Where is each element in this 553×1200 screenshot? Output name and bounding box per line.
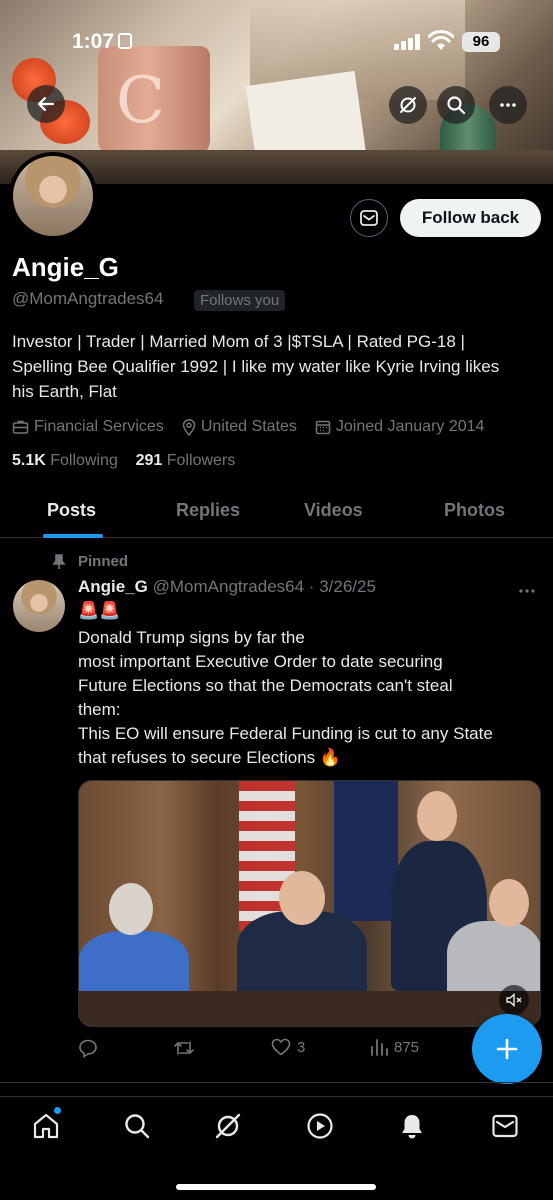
home-indicator [176, 1184, 376, 1190]
follows-you-badge: Follows you [194, 290, 286, 311]
status-bar: 1:07 96 [0, 24, 553, 60]
post-author-avatar[interactable] [13, 580, 65, 632]
following-link[interactable]: 5.1K Following [12, 452, 118, 469]
grok-button[interactable] [389, 86, 427, 124]
briefcase-icon [12, 420, 29, 434]
video-flag [334, 781, 398, 921]
views-button[interactable]: 875 [370, 1038, 419, 1056]
post-author-name[interactable]: Angie_G [78, 577, 148, 596]
video-person-head [279, 871, 325, 925]
post-divider [0, 1082, 553, 1083]
messages-icon [492, 1114, 518, 1138]
profile-joined: Joined January 2014 [315, 418, 484, 436]
display-name: Angie_G [12, 252, 119, 282]
battery-indicator: 96 [462, 32, 500, 52]
post-author-meta: @MomAngtrades64 · 3/26/25 [152, 577, 376, 596]
mail-icon [360, 210, 378, 226]
post-text-line: most important Executive Order to date s… [78, 652, 443, 671]
nav-notification-dot [54, 1107, 61, 1114]
bio-line: his Earth, Flat [12, 382, 117, 401]
post-text-line: Future Elections so that the Democrats c… [78, 676, 453, 695]
nav-home[interactable] [26, 1109, 66, 1143]
profile-bio: Investor | Trader | Married Mom of 3 |$T… [12, 329, 547, 404]
post-header: Angie_G @MomAngtrades64 · 3/26/25 [78, 577, 376, 597]
nav-messages[interactable] [485, 1109, 525, 1143]
post-text-line: that refuses to secure Elections 🔥 [78, 748, 342, 767]
view-count: 875 [394, 1038, 420, 1056]
like-count: 3 [297, 1038, 306, 1056]
compose-post-button[interactable] [472, 1014, 542, 1084]
profile-handle: @MomAngtrades64 [12, 289, 164, 308]
video-person [447, 921, 540, 1001]
post-emoji: 🚨🚨 [78, 601, 121, 620]
nav-grok[interactable] [208, 1109, 248, 1143]
bio-line: Investor | Trader | Married Mom of 3 |$T… [12, 332, 465, 351]
search-icon [447, 96, 466, 115]
status-time: 1:07 [72, 30, 133, 54]
post-video[interactable] [78, 780, 541, 1027]
nav-explore[interactable] [117, 1109, 157, 1143]
banner-mug: C [98, 46, 210, 158]
post-text-line: Donald Trump signs by far the [78, 628, 305, 647]
repost-icon [174, 1041, 194, 1055]
nav-notifications[interactable] [392, 1109, 432, 1143]
grok-nav-icon [215, 1113, 241, 1139]
video-person-head [417, 791, 457, 841]
profile-meta: Financial Services United States Joined … [12, 416, 502, 438]
post-actions: 3 875 [78, 1036, 478, 1062]
compose-plus-icon [496, 1038, 518, 1060]
post-more-button[interactable] [518, 578, 536, 599]
active-tab-indicator [43, 534, 103, 538]
more-icon [500, 103, 516, 107]
video-person-head [489, 879, 529, 927]
focus-badge-icon [118, 33, 133, 49]
back-arrow-icon [37, 96, 55, 112]
post-text-line: This EO will ensure Federal Funding is c… [78, 724, 493, 743]
followers-link[interactable]: 291 Followers [136, 452, 236, 469]
tab-replies[interactable]: Replies [176, 500, 240, 521]
tab-videos[interactable]: Videos [304, 500, 363, 521]
search-button[interactable] [437, 86, 475, 124]
post-text: Donald Trump signs by far the most impor… [78, 626, 548, 770]
profile-avatar[interactable] [9, 152, 97, 240]
video-person-head [109, 883, 153, 935]
mute-button[interactable] [499, 985, 529, 1015]
reply-button[interactable] [78, 1038, 98, 1058]
wifi-icon [428, 30, 454, 50]
pinned-label: Pinned [52, 553, 128, 570]
reply-icon [79, 1039, 97, 1058]
profile-tabs: Posts Replies Videos Photos [0, 490, 553, 538]
views-icon [371, 1039, 388, 1056]
like-icon [271, 1038, 291, 1056]
explore-icon [125, 1114, 150, 1139]
video-table [79, 991, 540, 1026]
mute-icon [506, 993, 522, 1007]
cell-signal-icon [394, 34, 422, 50]
nav-video[interactable] [300, 1109, 340, 1143]
post-text-line: them: [78, 700, 121, 719]
profile-category: Financial Services [12, 418, 164, 436]
home-icon [33, 1113, 59, 1139]
more-options-button[interactable] [489, 86, 527, 124]
bio-line: Spelling Bee Qualifier 1992 | I like my … [12, 357, 500, 376]
more-icon [519, 589, 535, 593]
notifications-icon [402, 1115, 422, 1139]
follow-back-button[interactable]: Follow back [400, 199, 541, 237]
repost-button[interactable] [173, 1038, 195, 1058]
tab-posts[interactable]: Posts [47, 500, 96, 521]
grok-icon [400, 97, 416, 113]
follow-counts: 5.1K Following 291 Followers [12, 452, 235, 470]
back-button[interactable] [27, 85, 65, 123]
video-icon [307, 1113, 333, 1139]
pin-icon [52, 553, 66, 569]
like-button[interactable]: 3 [271, 1038, 305, 1056]
location-pin-icon [182, 418, 196, 436]
message-button[interactable] [350, 199, 388, 237]
tab-photos[interactable]: Photos [444, 500, 505, 521]
calendar-icon [315, 420, 331, 435]
profile-location: United States [182, 418, 297, 436]
